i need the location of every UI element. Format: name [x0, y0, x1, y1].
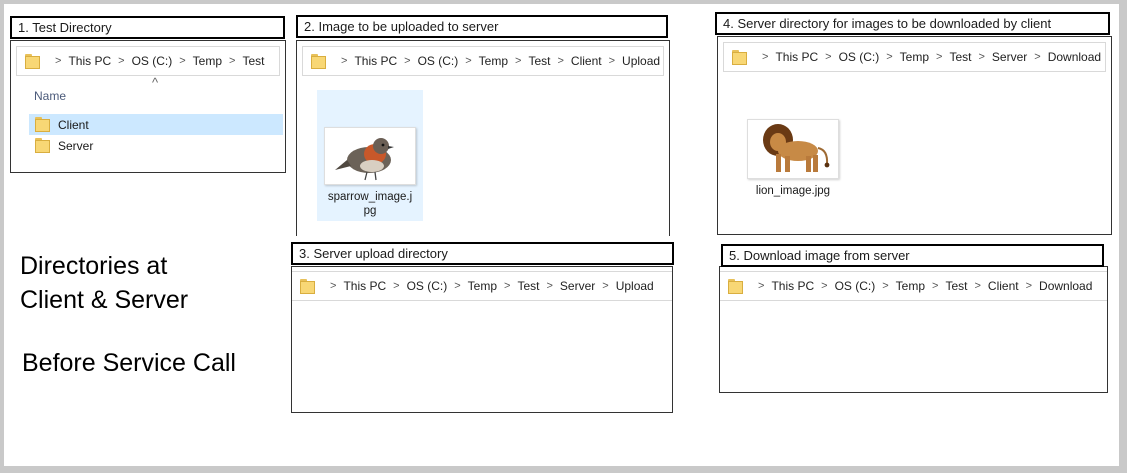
- lion-thumbnail: [747, 119, 839, 179]
- breadcrumb-os-c[interactable]: OS (C:): [839, 50, 880, 64]
- breadcrumb-test[interactable]: Test: [242, 54, 264, 68]
- breadcrumb-test[interactable]: Test: [949, 50, 971, 64]
- chevron-right-icon: >: [118, 55, 125, 67]
- breadcrumb-temp[interactable]: Temp: [468, 279, 497, 293]
- chevron-right-icon: >: [465, 55, 472, 67]
- label-test-directory: 1. Test Directory: [10, 16, 285, 39]
- file-name: lion_image.jpg: [755, 185, 831, 197]
- chevron-right-icon: >: [229, 55, 236, 67]
- address-bar[interactable]: > This PC > OS (C:) > Temp > Test > Serv…: [292, 271, 672, 301]
- folder-icon: [311, 53, 326, 69]
- breadcrumb-server[interactable]: Server: [560, 279, 595, 293]
- breadcrumb-temp[interactable]: Temp: [479, 54, 508, 68]
- chevron-right-icon: >: [762, 51, 769, 63]
- chevron-right-icon: >: [179, 55, 186, 67]
- chevron-right-icon: >: [515, 55, 522, 67]
- chevron-right-icon: >: [821, 280, 828, 292]
- folder-icon: [728, 278, 743, 294]
- chevron-right-icon: >: [825, 51, 832, 63]
- breadcrumb-client[interactable]: Client: [571, 54, 602, 68]
- address-bar[interactable]: > This PC > OS (C:) > Temp > Test > Clie…: [720, 271, 1107, 301]
- item-label: Client: [58, 117, 89, 132]
- heading-line-1: Directories at: [20, 252, 168, 280]
- folder-icon: [732, 49, 747, 65]
- label-image-to-upload: 2. Image to be uploaded to server: [296, 15, 668, 38]
- breadcrumb-test[interactable]: Test: [517, 279, 539, 293]
- chevron-right-icon: >: [886, 51, 893, 63]
- breadcrumb-os-c[interactable]: OS (C:): [132, 54, 173, 68]
- folder-icon: [35, 117, 50, 132]
- breadcrumb-this-pc[interactable]: This PC: [68, 54, 111, 68]
- file-lion-image[interactable]: lion_image.jpg: [738, 119, 848, 209]
- breadcrumb-upload[interactable]: Upload: [622, 54, 660, 68]
- breadcrumb-test[interactable]: Test: [945, 279, 967, 293]
- chevron-right-icon: >: [404, 55, 411, 67]
- chevron-right-icon: >: [330, 280, 337, 292]
- chevron-right-icon: >: [936, 51, 943, 63]
- explorer-client-download: > This PC > OS (C:) > Temp > Test > Clie…: [719, 266, 1108, 393]
- breadcrumb-this-pc[interactable]: This PC: [354, 54, 397, 68]
- list-item-client[interactable]: Client: [29, 114, 283, 135]
- breadcrumb-client[interactable]: Client: [988, 279, 1019, 293]
- explorer-server-upload: > This PC > OS (C:) > Temp > Test > Serv…: [291, 266, 673, 413]
- breadcrumb-os-c[interactable]: OS (C:): [418, 54, 459, 68]
- item-label: Server: [58, 138, 94, 153]
- label-server-upload: 3. Server upload directory: [291, 242, 674, 265]
- address-bar[interactable]: > This PC > OS (C:) > Temp > Test > Clie…: [302, 46, 664, 76]
- breadcrumb-this-pc[interactable]: This PC: [775, 50, 818, 64]
- explorer-client-upload: > This PC > OS (C:) > Temp > Test > Clie…: [296, 40, 670, 236]
- chevron-right-icon: >: [393, 280, 400, 292]
- chevron-right-icon: >: [932, 280, 939, 292]
- breadcrumb-server[interactable]: Server: [992, 50, 1027, 64]
- heading-line-2: Client & Server: [20, 286, 189, 314]
- sparrow-thumbnail: [324, 127, 416, 185]
- breadcrumb-this-pc[interactable]: This PC: [771, 279, 814, 293]
- chevron-right-icon: >: [341, 55, 348, 67]
- breadcrumb-download[interactable]: Download: [1048, 50, 1101, 64]
- chevron-right-icon: >: [546, 280, 553, 292]
- column-header-name[interactable]: Name: [34, 89, 66, 103]
- lion-image: [763, 124, 830, 172]
- chevron-right-icon: >: [454, 280, 461, 292]
- chevron-right-icon: >: [608, 55, 616, 67]
- sort-caret-icon: ^: [152, 75, 159, 90]
- file-sparrow-image[interactable]: sparrow_image.j pg: [317, 90, 423, 221]
- breadcrumb-upload[interactable]: Upload: [616, 279, 654, 293]
- breadcrumb-download[interactable]: Download: [1039, 279, 1092, 293]
- label-client-download: 5. Download image from server: [721, 244, 1104, 267]
- folder-icon: [25, 53, 40, 69]
- explorer-server-download: > This PC > OS (C:) > Temp > Test > Serv…: [717, 36, 1112, 235]
- chevron-right-icon: >: [55, 55, 62, 67]
- chevron-right-icon: >: [602, 280, 609, 292]
- address-bar[interactable]: > This PC > OS (C:) > Temp > Test > Serv…: [723, 42, 1106, 72]
- file-name-line-2: pg: [363, 205, 377, 217]
- chevron-right-icon: >: [758, 280, 765, 292]
- breadcrumb-os-c[interactable]: OS (C:): [835, 279, 876, 293]
- breadcrumb-this-pc[interactable]: This PC: [343, 279, 386, 293]
- chevron-right-icon: >: [504, 280, 511, 292]
- chevron-right-icon: >: [978, 51, 985, 63]
- chevron-right-icon: >: [974, 280, 981, 292]
- address-bar[interactable]: > This PC > OS (C:) > Temp > Test: [16, 46, 280, 76]
- folder-icon: [35, 138, 50, 153]
- list-item-server[interactable]: Server: [29, 135, 283, 156]
- breadcrumb-temp[interactable]: Temp: [900, 50, 929, 64]
- chevron-right-icon: >: [882, 280, 889, 292]
- breadcrumb-temp[interactable]: Temp: [193, 54, 222, 68]
- chevron-right-icon: >: [557, 55, 564, 67]
- folder-icon: [300, 278, 315, 294]
- breadcrumb-os-c[interactable]: OS (C:): [407, 279, 448, 293]
- explorer-test-directory: > This PC > OS (C:) > Temp > Test ^ Name…: [10, 40, 286, 173]
- breadcrumb-temp[interactable]: Temp: [896, 279, 925, 293]
- chevron-right-icon: >: [1025, 280, 1033, 292]
- robin-bird-image: [335, 138, 394, 181]
- label-server-download: 4. Server directory for images to be dow…: [715, 12, 1110, 35]
- file-name-line-1: sparrow_image.j: [327, 191, 413, 203]
- breadcrumb-test[interactable]: Test: [528, 54, 550, 68]
- chevron-right-icon: >: [1034, 51, 1041, 63]
- heading-line-3: Before Service Call: [22, 349, 236, 377]
